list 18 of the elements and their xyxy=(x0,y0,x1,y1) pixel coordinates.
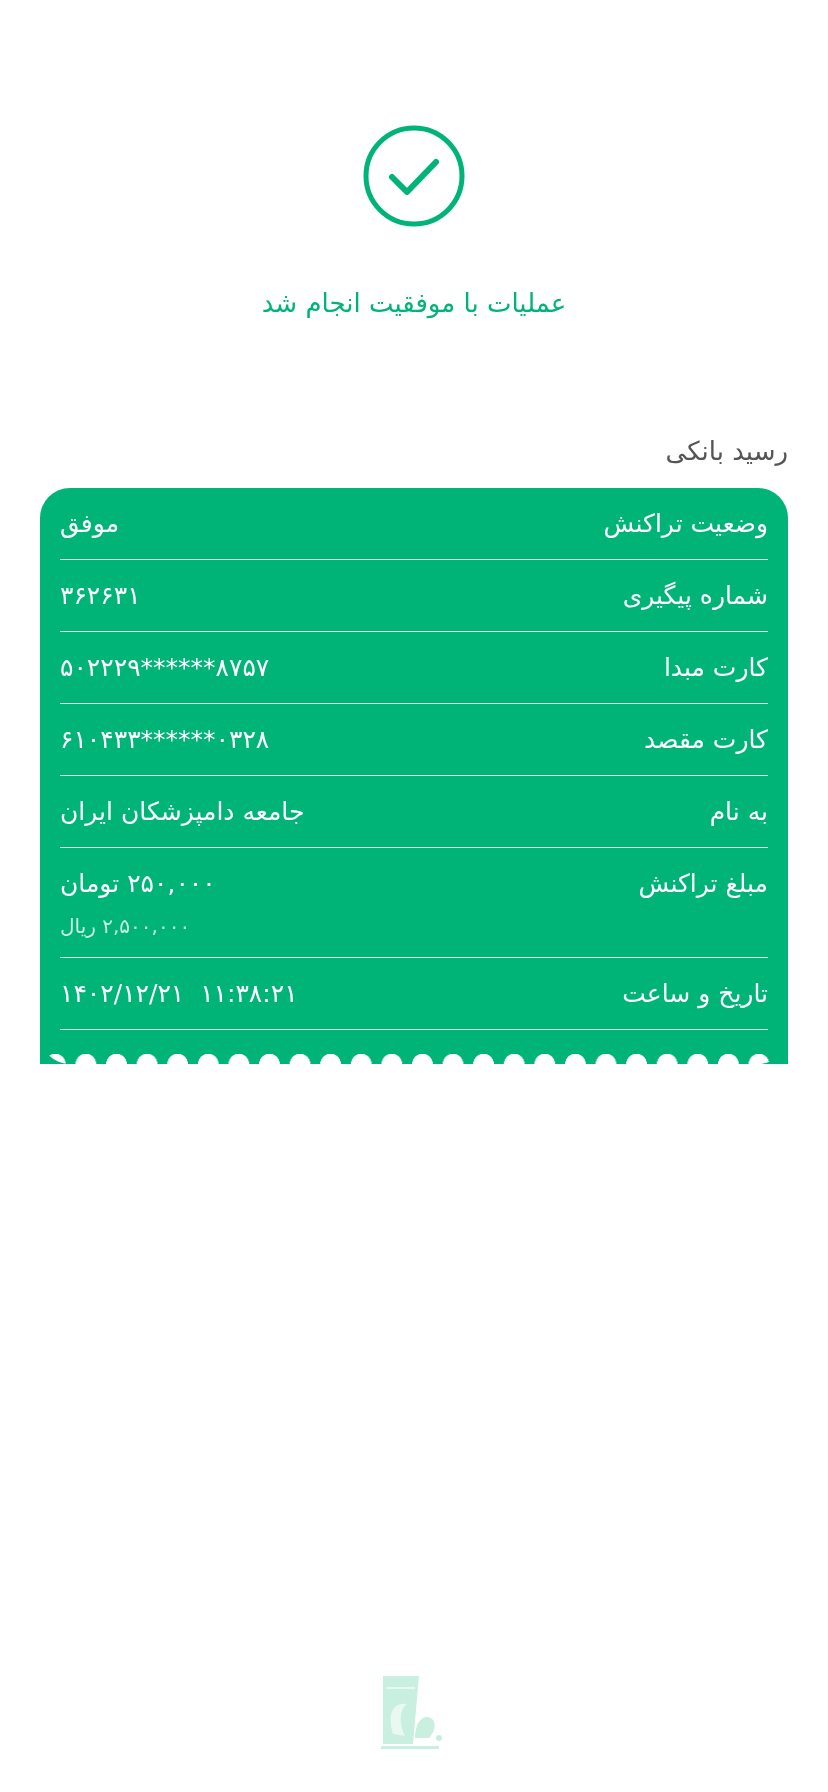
row-value: ۱۴۰۲/۱۲/۲۱ ۱۱:۳۸:۲۱ xyxy=(60,978,298,1010)
row-label: کارت مبدا xyxy=(663,652,768,684)
row-value: ۲۵۰,۰۰۰ تومان xyxy=(60,868,216,900)
row-subvalue: ۲,۵۰۰,۰۰۰ ریال xyxy=(60,913,191,940)
row-label: تاریخ و ساعت xyxy=(622,978,768,1011)
success-check-icon xyxy=(362,124,466,228)
success-message: عملیات با موفقیت انجام شد xyxy=(261,288,567,318)
row-value: موفق xyxy=(60,508,120,540)
row-label: وضعیت تراکنش xyxy=(603,508,768,541)
row-label: شماره پیگیری xyxy=(622,580,768,612)
row-value: جامعه دامپزشکان ایران xyxy=(60,796,305,828)
row-label: کارت مقصد xyxy=(644,724,768,756)
row-value: ۶۱۰۴۳۳******۰۳۲۸ xyxy=(60,724,270,756)
row-label: مبلغ تراکنش xyxy=(638,868,768,900)
row-value: ۵۰۲۲۲۹******۸۷۵۷ xyxy=(60,652,270,684)
row-label: به نام xyxy=(709,796,768,828)
row-value: ۳۶۲۶۳۱ xyxy=(60,580,141,612)
receipt-title: رسید بانکی xyxy=(664,436,788,466)
